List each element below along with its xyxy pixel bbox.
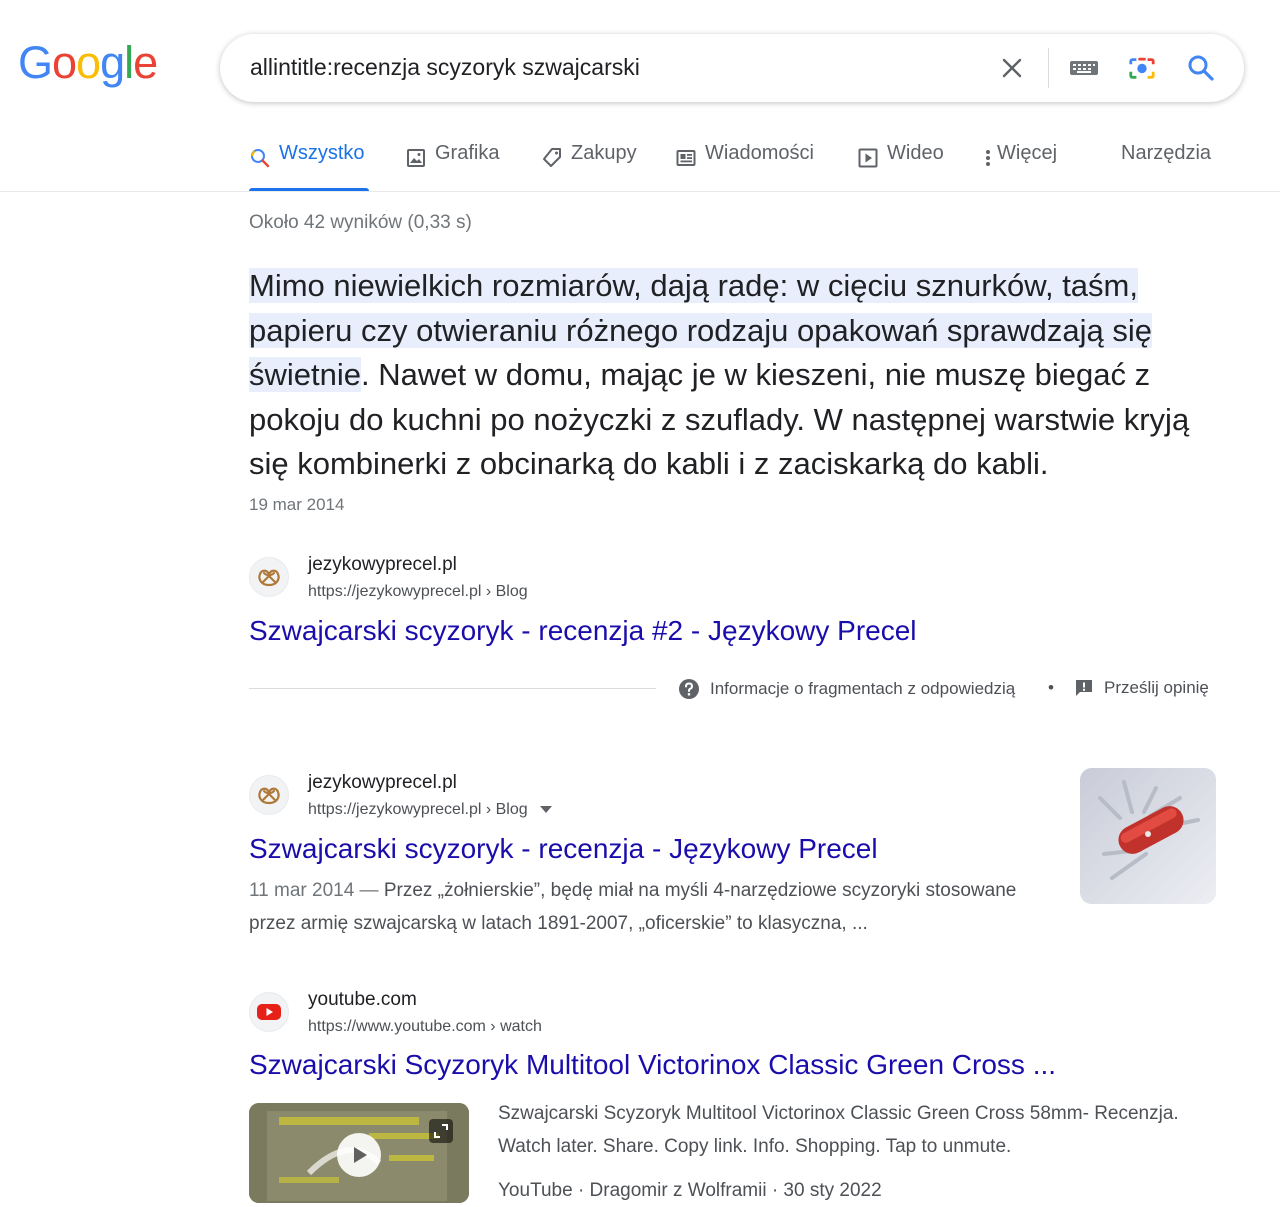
search-box[interactable]: allintitle:recenzja scyzoryk szwajcarski: [220, 34, 1244, 102]
play-icon[interactable]: [337, 1133, 381, 1177]
snippet-rest: . Nawet w domu, mając je w kieszeni, nie…: [249, 357, 1190, 481]
tab-label: Wiadomości: [705, 142, 814, 164]
send-feedback-link[interactable]: Prześlij opinię: [1074, 678, 1209, 698]
result-site-name[interactable]: jezykowyprecel.pl: [308, 772, 457, 794]
tab-images[interactable]: Grafika: [405, 142, 499, 192]
search-divider: [1048, 48, 1049, 88]
expand-icon[interactable]: [429, 1119, 453, 1143]
featured-site-url[interactable]: https://jezykowyprecel.pl › Blog: [308, 583, 528, 601]
result-stats: Około 42 wyników (0,33 s): [249, 212, 472, 233]
google-logo[interactable]: Google: [18, 40, 158, 85]
result-thumbnail-image[interactable]: [1080, 768, 1216, 904]
result-title[interactable]: Szwajcarski scyzoryk - recenzja - Języko…: [249, 833, 878, 865]
featured-site-name[interactable]: jezykowyprecel.pl: [308, 554, 457, 576]
more-vert-icon: [983, 147, 993, 169]
caret-down-icon[interactable]: [539, 806, 552, 814]
pretzel-favicon-icon[interactable]: [249, 557, 289, 597]
tab-all[interactable]: Wszystko: [249, 142, 365, 192]
result-meta: YouTube · Dragomir z Wolframii · 30 sty …: [498, 1180, 882, 1201]
pretzel-favicon-icon[interactable]: [249, 775, 289, 815]
snippet-info-label: Informacje o fragmentach z odpowiedzią: [710, 679, 1016, 698]
feedback-icon: [1074, 678, 1094, 698]
tab-label: Wszystko: [279, 142, 365, 164]
keyboard-icon[interactable]: [1068, 54, 1100, 82]
search-input[interactable]: allintitle:recenzja scyzoryk szwajcarski: [250, 54, 640, 81]
result-snippet: 11 mar 2014 — Przez „żołnierskie”, będę …: [249, 874, 1049, 940]
tab-more[interactable]: Więcej: [983, 142, 1057, 192]
featured-snippet-text: Mimo niewielkich rozmiarów, dają radę: w…: [249, 264, 1229, 487]
header-divider: [0, 191, 1280, 192]
video-thumbnail[interactable]: [249, 1103, 469, 1203]
search-icon: [249, 147, 271, 169]
feedback-divider: [249, 688, 656, 689]
result-site-url[interactable]: https://www.youtube.com › watch: [308, 1018, 542, 1036]
result-site-url: https://jezykowyprecel.pl › Blog: [308, 801, 528, 818]
search-icon[interactable]: [1187, 54, 1215, 82]
snippet-info-link[interactable]: Informacje o fragmentach z odpowiedzią: [678, 678, 1015, 700]
result-title[interactable]: Szwajcarski Scyzoryk Multitool Victorino…: [249, 1049, 1056, 1081]
tag-icon: [541, 147, 563, 169]
close-icon[interactable]: [998, 54, 1026, 82]
news-icon: [675, 147, 697, 169]
tools-label: Narzędzia: [1121, 142, 1212, 164]
featured-result-title[interactable]: Szwajcarski scyzoryk - recenzja #2 - Jęz…: [249, 615, 917, 647]
result-date: 11 mar 2014 —: [249, 880, 384, 901]
tab-label: Grafika: [435, 142, 500, 164]
result-site-url-row[interactable]: https://jezykowyprecel.pl › Blog: [308, 801, 552, 819]
tab-label: Więcej: [997, 142, 1058, 164]
tab-news[interactable]: Wiadomości: [675, 142, 814, 192]
tab-label: Zakupy: [571, 142, 637, 164]
feedback-separator: •: [1048, 678, 1054, 697]
result-description: Szwajcarski Scyzoryk Multitool Victorino…: [498, 1103, 1179, 1157]
play-icon: [857, 147, 879, 169]
snippet-date: 19 mar 2014: [249, 495, 345, 514]
tab-video[interactable]: Wideo: [857, 142, 944, 192]
image-icon: [405, 147, 427, 169]
help-icon: [678, 678, 700, 700]
result-site-name[interactable]: youtube.com: [308, 989, 417, 1011]
youtube-favicon-icon[interactable]: [249, 992, 289, 1032]
tab-shopping[interactable]: Zakupy: [541, 142, 637, 192]
send-feedback-label: Prześlij opinię: [1104, 678, 1209, 697]
tab-label: Wideo: [887, 142, 944, 164]
camera-icon[interactable]: [1128, 54, 1156, 82]
tools-button[interactable]: Narzędzia: [1121, 142, 1211, 192]
